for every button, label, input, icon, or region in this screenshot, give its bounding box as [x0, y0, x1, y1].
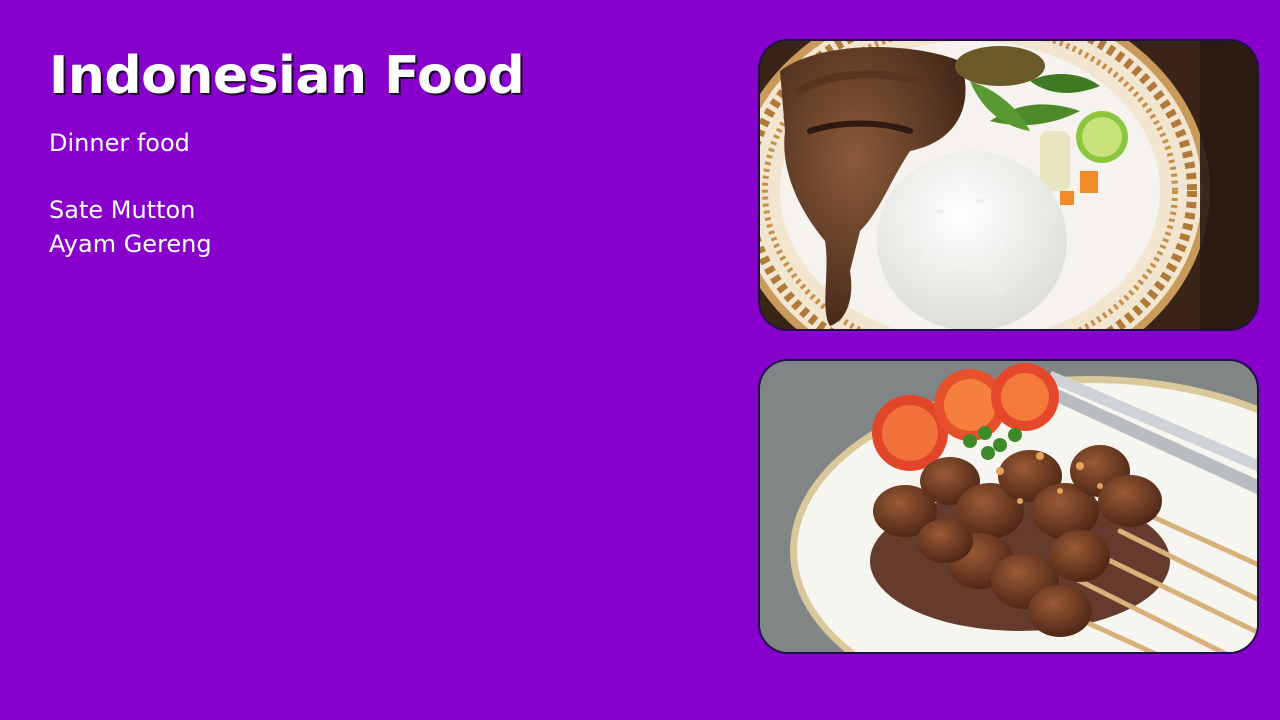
list-item-ayam-gereng: Ayam Gereng	[49, 230, 212, 258]
fried-chicken-rice-plate-photo	[758, 39, 1259, 331]
list-item-sate-mutton: Sate Mutton	[49, 196, 196, 224]
slide-title: Indonesian Food	[49, 46, 525, 106]
subtitle: Dinner food	[49, 129, 190, 157]
satay-skewers-plate-photo	[758, 359, 1259, 654]
slide-body: Dinner food Sate Mutton Ayam Gereng	[49, 126, 212, 261]
slide: Indonesian Food Dinner food Sate Mutton …	[0, 0, 1280, 720]
